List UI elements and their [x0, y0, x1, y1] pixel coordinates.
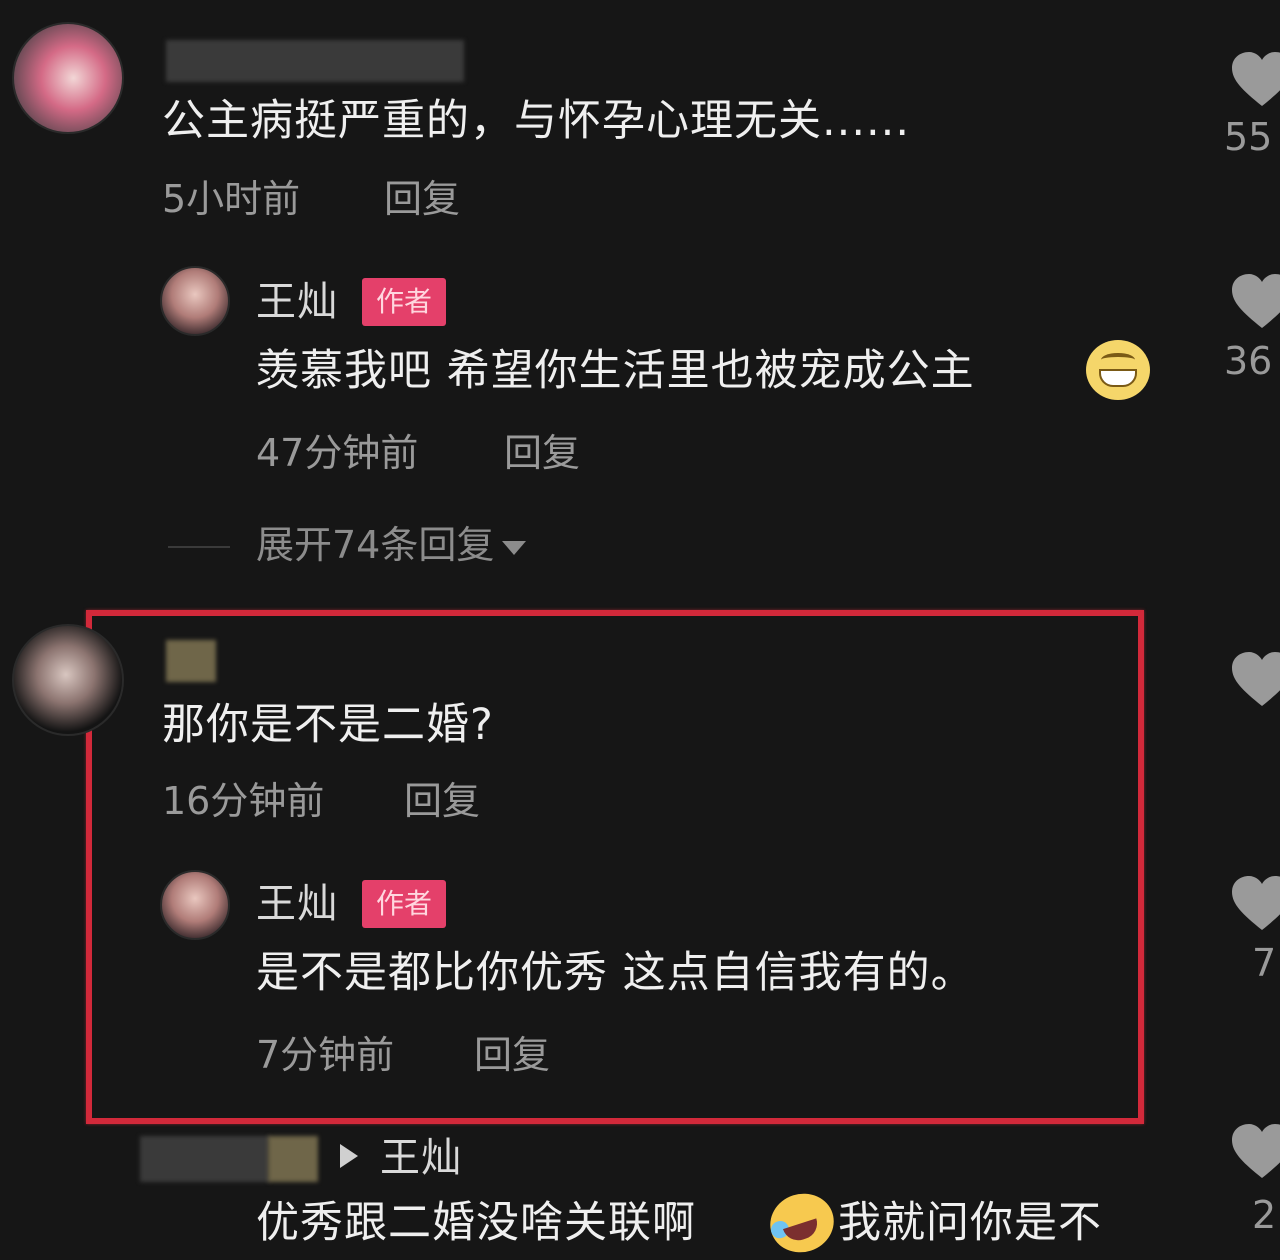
expand-replies-label: 展开74条回复 [256, 523, 495, 567]
like-count: 7 [1252, 941, 1277, 985]
reply-button[interactable]: 回复 [404, 782, 480, 820]
reply-timestamp: 7分钟前 [256, 1033, 395, 1077]
highlight-box [86, 610, 1144, 1124]
comment-timestamp: 16分钟前 [162, 779, 325, 823]
like-count: 55 [1224, 115, 1273, 159]
commenter-avatar[interactable] [12, 624, 124, 736]
reply-avatar[interactable] [160, 266, 230, 336]
divider [168, 546, 230, 548]
heart-icon[interactable] [1232, 52, 1280, 108]
caret-down-icon [502, 540, 527, 555]
redacted-username [140, 1136, 270, 1182]
author-badge: 作者 [362, 880, 447, 928]
reply-text: 是不是都比你优秀 这点自信我有的。 [256, 948, 975, 998]
reply-button[interactable]: 回复 [384, 180, 460, 218]
reply-avatar[interactable] [160, 870, 230, 940]
redacted-username [166, 640, 216, 682]
redacted-username [166, 40, 464, 82]
reply-timestamp: 47分钟前 [256, 431, 419, 475]
heart-icon[interactable] [1232, 274, 1280, 330]
laughing-tears-emoji [762, 1185, 842, 1260]
comment-text: 公主病挺严重的，与怀孕心理无关...... [162, 96, 911, 146]
heart-icon[interactable] [1232, 652, 1280, 708]
reply-button[interactable]: 回复 [504, 434, 580, 472]
reply-text: 羡慕我吧 希望你生活里也被宠成公主 [256, 346, 975, 396]
comment-text: 那你是不是二婚? [162, 700, 494, 750]
like-count: 2 [1252, 1193, 1277, 1237]
reply-to-arrow-icon [340, 1144, 358, 1168]
reply-button[interactable]: 回复 [474, 1036, 550, 1074]
reply-to-username[interactable]: 王灿 [380, 1138, 462, 1178]
heart-icon[interactable] [1232, 876, 1280, 932]
reply-text: 优秀跟二婚没啥关联啊 [256, 1202, 696, 1245]
expand-replies-button[interactable]: 展开74条回复 [256, 523, 527, 567]
reply-username[interactable]: 王灿 [256, 282, 338, 322]
comment-timestamp: 5小时前 [162, 177, 301, 221]
reply-username[interactable]: 王灿 [256, 884, 338, 924]
redacted-username [268, 1136, 318, 1182]
author-badge: 作者 [362, 278, 447, 326]
reply-text-part: 优秀跟二婚没啥关联啊 [256, 1198, 696, 1248]
heart-icon[interactable] [1232, 1124, 1280, 1180]
commenter-avatar[interactable] [12, 22, 124, 134]
like-count: 36 [1224, 339, 1273, 383]
grin-emoji [1086, 340, 1150, 400]
reply-text-part: 我就问你是不 [838, 1198, 1102, 1248]
